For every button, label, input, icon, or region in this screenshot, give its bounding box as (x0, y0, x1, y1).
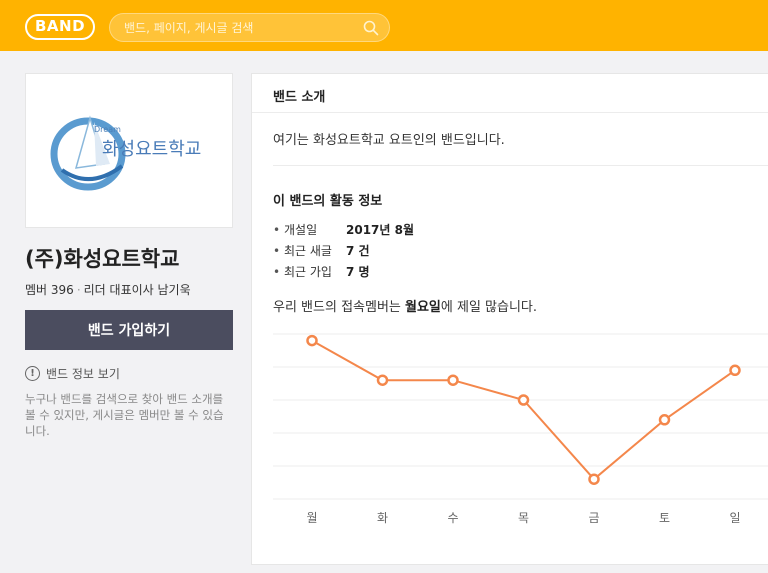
cover-text: 화성요트학교 (102, 139, 201, 160)
search-input[interactable] (124, 18, 354, 38)
title-divider (252, 112, 768, 113)
stat-recent-posts: • 최근 새글 7 건 (273, 244, 370, 258)
chart-x-label: 월 (306, 511, 317, 525)
chart-x-label: 토 (659, 511, 670, 525)
top-bar: BAND (0, 0, 768, 51)
chart-x-label: 화 (377, 511, 388, 525)
chart-point-1 (376, 374, 389, 386)
band-meta: 멤버 396 · 리더 대표이사 남기욱 (25, 281, 233, 299)
chart-x-label: 수 (447, 511, 458, 525)
band-intro-title: 밴드 소개 (273, 90, 326, 105)
search-icon[interactable] (363, 20, 379, 36)
meta-separator: · (76, 283, 81, 297)
chart-x-label: 금 (588, 511, 599, 525)
search-box[interactable] (109, 13, 390, 42)
chart-x-label: 목 (518, 511, 529, 525)
chart-point-2 (447, 374, 459, 386)
intro-divider (273, 165, 768, 166)
chart-x-label: 일 (729, 511, 740, 525)
member-count: 멤버 396 (25, 283, 74, 297)
band-name: (주)화성요트학교 (25, 247, 180, 271)
band-intro-text: 여기는 화성요트학교 요트인의 밴드입니다. (273, 133, 505, 148)
cover-tagline: Dream (94, 125, 121, 134)
leader-label: 리더 대표이사 남기욱 (83, 283, 191, 297)
chart-point-3 (517, 394, 530, 406)
chart-point-4 (588, 473, 600, 485)
band-intro-card: 밴드 소개 여기는 화성요트학교 요트인의 밴드입니다. 이 밴드의 활동 정보… (251, 73, 768, 565)
info-icon: ! (25, 366, 40, 381)
band-cover-logo: Dream 화성요트학교 (50, 115, 201, 191)
band-info-label: 밴드 정보 보기 (46, 367, 120, 381)
access-summary: 우리 밴드의 접속멤버는 월요일에 제일 많습니다. (273, 300, 538, 315)
chart-point-6 (729, 364, 741, 377)
peak-day: 월요일 (405, 300, 441, 315)
activity-stats: • 개설일 2017년 8월 • 최근 새글 7 건 • 최근 가입 7 명 (273, 220, 414, 283)
stat-founded: • 개설일 2017년 8월 (273, 223, 415, 237)
band-logo[interactable]: BAND (25, 14, 95, 40)
privacy-description: 누구나 밴드를 검색으로 찾아 밴드 소개를 볼 수 있지만, 게시글은 멤버만… (25, 392, 224, 438)
band-cover-image: Dream 화성요트학교 (25, 73, 233, 228)
activity-title: 이 밴드의 활동 정보 (273, 194, 383, 209)
chart-point-5 (658, 414, 671, 426)
join-band-button[interactable]: 밴드 가입하기 (25, 310, 233, 350)
chart-point-0 (306, 334, 318, 347)
chart-series-line (311, 339, 736, 481)
weekly-access-chart: 월화수목금토일 (273, 333, 768, 525)
band-info-link[interactable]: ! 밴드 정보 보기 (25, 365, 233, 382)
stat-recent-joins: • 최근 가입 7 명 (273, 265, 370, 279)
band-profile-panel: Dream 화성요트학교 (주)화성요트학교 멤버 396 · 리더 대표이사 남기… (25, 73, 233, 439)
